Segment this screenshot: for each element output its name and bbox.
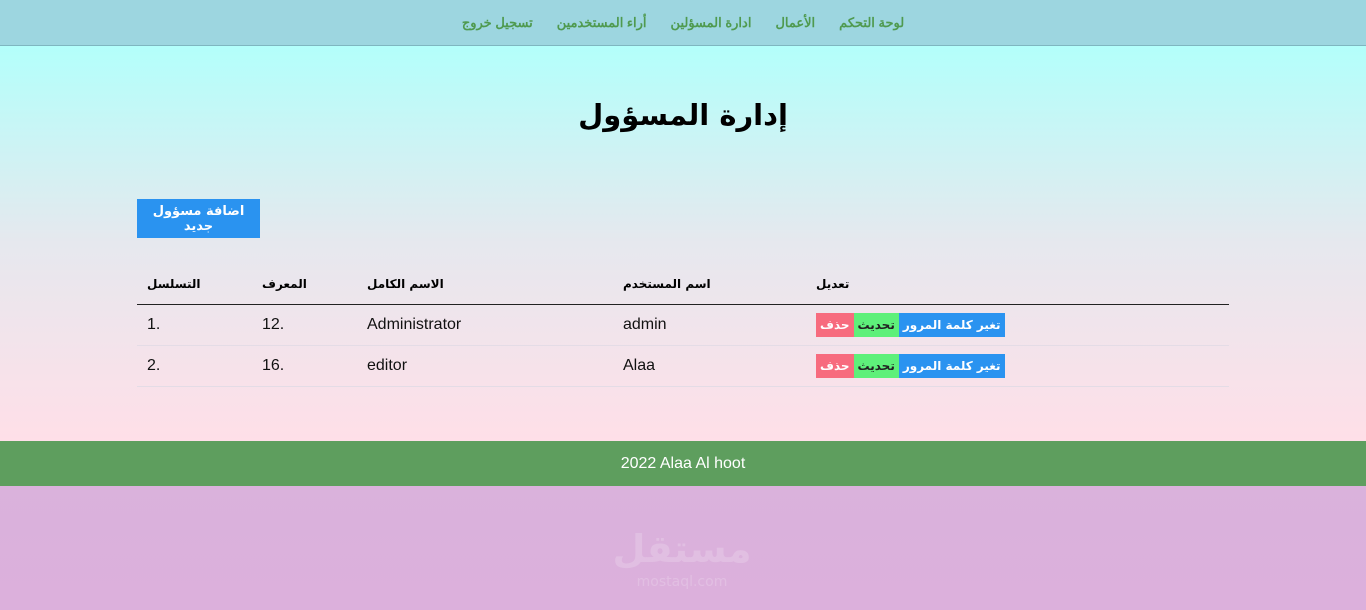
table-header-row: التسلسل المعرف الاسم الكامل اسم المستخدم… bbox=[137, 264, 1229, 305]
delete-button[interactable]: حذف bbox=[816, 312, 854, 337]
footer: 2022 Alaa Al hoot bbox=[0, 441, 1366, 486]
cell-id: 12. bbox=[252, 304, 357, 346]
nav-dashboard[interactable]: لوحة التحكم bbox=[839, 15, 904, 31]
header-username: اسم المستخدم bbox=[613, 264, 806, 305]
header-edit: تعديل bbox=[806, 264, 1229, 305]
header-full-name: الاسم الكامل bbox=[357, 264, 613, 305]
cell-actions: حذف تحديث تغير كلمة المرور bbox=[806, 345, 1229, 387]
watermark-logo: مستقل mostaql.com bbox=[613, 527, 752, 590]
add-admin-button[interactable]: اضافة مسؤول جديد bbox=[137, 199, 260, 238]
table-row: 1. 12. Administrator admin حذف تحديث تغير … bbox=[137, 304, 1229, 346]
header-seq: التسلسل bbox=[137, 264, 252, 305]
header-id: المعرف bbox=[252, 264, 357, 305]
cell-username: Alaa bbox=[613, 345, 806, 387]
admins-table: التسلسل المعرف الاسم الكامل اسم المستخدم… bbox=[137, 264, 1229, 387]
table-row: 2. 16. editor Alaa حذف تحديث تغير كلمة الم… bbox=[137, 345, 1229, 387]
cell-id: 16. bbox=[252, 345, 357, 387]
nav-works[interactable]: الأعمال bbox=[775, 15, 815, 31]
delete-button[interactable]: حذف bbox=[816, 353, 854, 378]
cell-actions: حذف تحديث تغير كلمة المرور bbox=[806, 304, 1229, 346]
change-password-button[interactable]: تغير كلمة المرور bbox=[898, 353, 1005, 378]
update-button[interactable]: تحديث bbox=[853, 353, 899, 378]
nav-admins[interactable]: ادارة المسؤلين bbox=[671, 15, 752, 31]
admins-table-container: التسلسل المعرف الاسم الكامل اسم المستخدم… bbox=[137, 264, 1229, 387]
top-navbar: لوحة التحكم الأعمال ادارة المسؤلين أراء … bbox=[0, 0, 1366, 46]
nav-user-reviews[interactable]: أراء المستخدمين bbox=[557, 15, 647, 31]
cell-full-name: editor bbox=[357, 345, 613, 387]
footer-text: 2022 Alaa Al hoot bbox=[620, 454, 746, 472]
main-content: إدارة المسؤول اضافة مسؤول جديد التسلسل ا… bbox=[0, 46, 1366, 441]
page-title: إدارة المسؤول bbox=[578, 98, 788, 132]
cell-seq: 1. bbox=[137, 304, 252, 346]
nav-logout[interactable]: تسجيل خروج bbox=[462, 15, 533, 31]
watermark-text: مستقل bbox=[613, 527, 752, 571]
cell-full-name: Administrator bbox=[357, 304, 613, 346]
change-password-button[interactable]: تغير كلمة المرور bbox=[898, 312, 1005, 337]
cell-seq: 2. bbox=[137, 345, 252, 387]
watermark-subtext: mostaql.com bbox=[637, 574, 728, 590]
cell-username: admin bbox=[613, 304, 806, 346]
update-button[interactable]: تحديث bbox=[853, 312, 899, 337]
